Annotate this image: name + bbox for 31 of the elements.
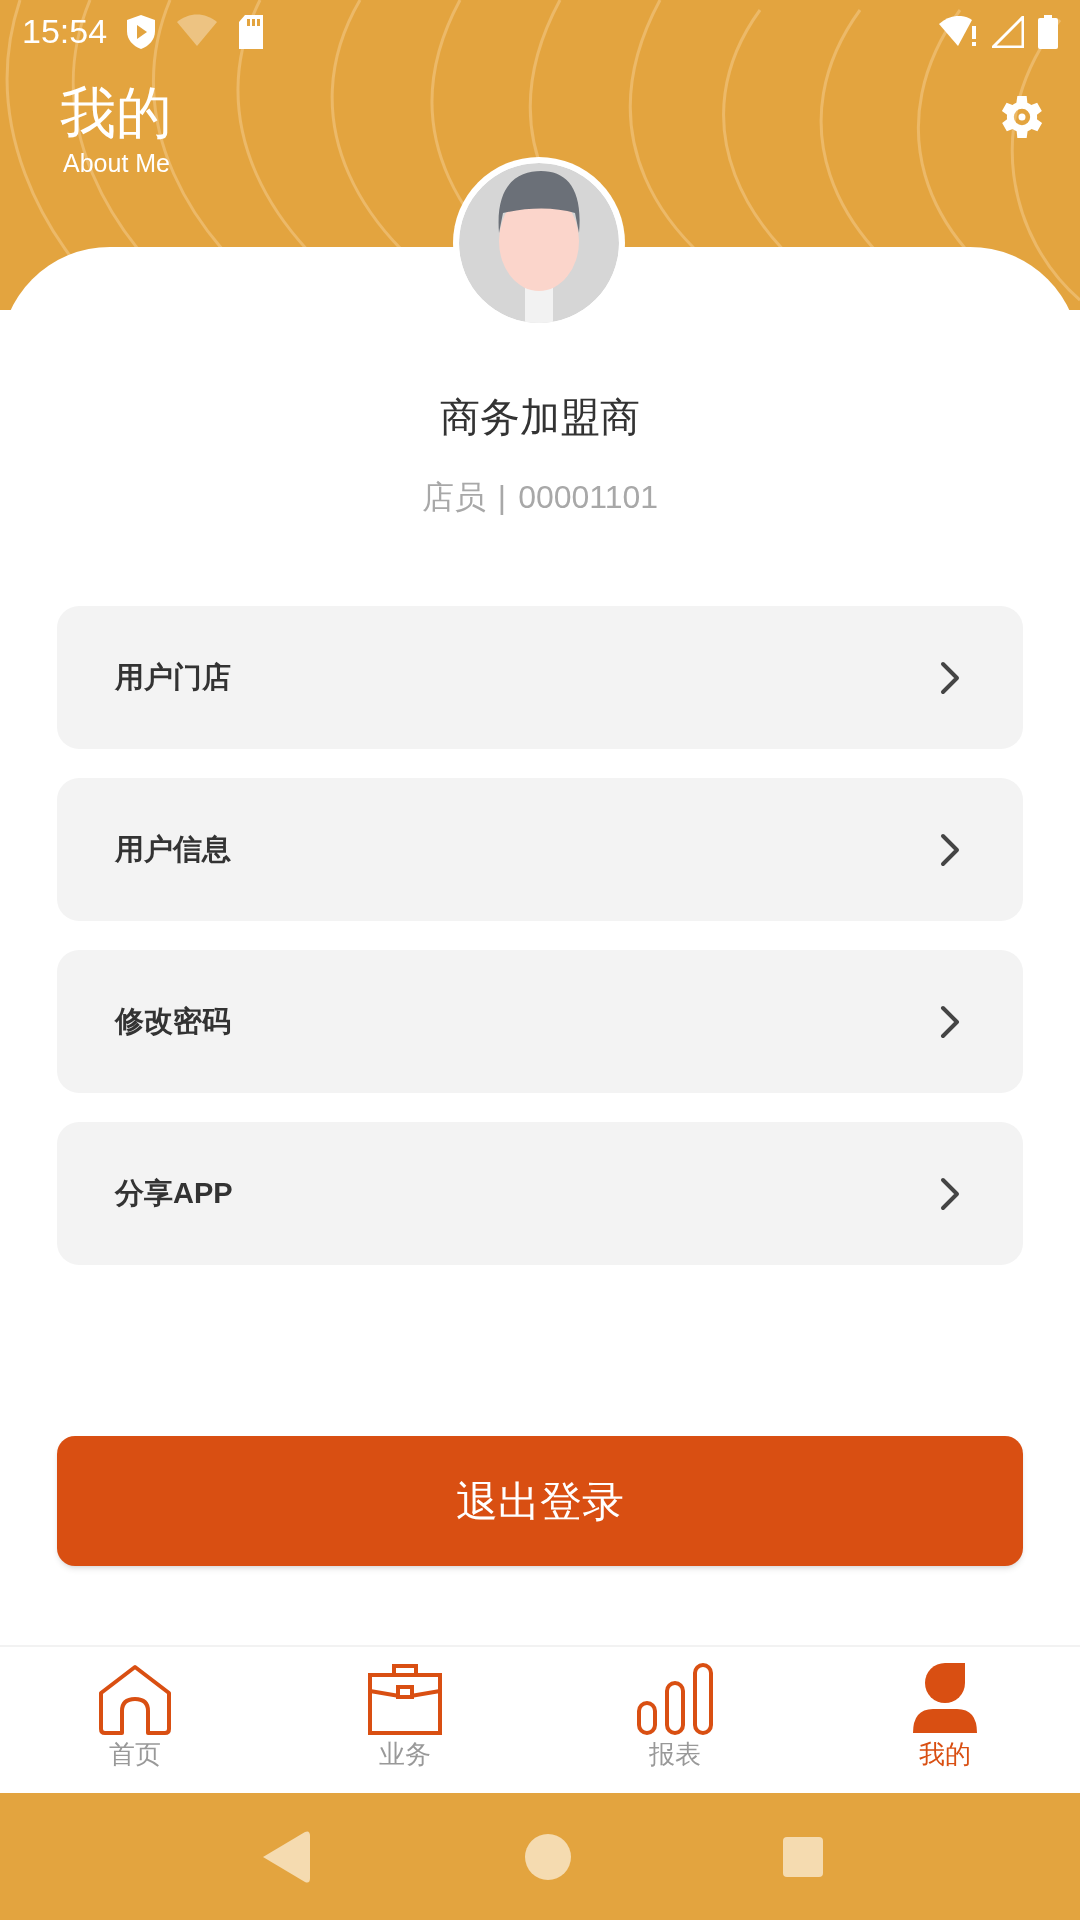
briefcase-icon xyxy=(368,1663,442,1735)
nav-tab[interactable]: 业务 xyxy=(270,1647,540,1793)
bar-chart-icon xyxy=(637,1663,713,1735)
home-icon[interactable] xyxy=(524,1832,572,1881)
chevron-right-icon xyxy=(939,1176,961,1211)
wifi-alert-icon xyxy=(938,15,978,48)
page-subtitle: About Me xyxy=(63,148,171,179)
menu-item[interactable]: 用户信息 xyxy=(57,778,1023,921)
separator: | xyxy=(497,478,507,517)
logout-button[interactable]: 退出登录 xyxy=(57,1436,1023,1566)
recents-icon[interactable] xyxy=(781,1834,826,1879)
shield-play-icon xyxy=(125,13,158,50)
nav-tab[interactable]: 我的 xyxy=(810,1647,1080,1793)
chevron-right-icon xyxy=(939,1004,961,1039)
chevron-right-icon xyxy=(939,832,961,867)
menu-item[interactable]: 用户门店 xyxy=(57,606,1023,749)
user-id: 00001101 xyxy=(518,478,659,517)
sd-card-icon xyxy=(237,13,266,50)
menu-item[interactable]: 分享APP xyxy=(57,1122,1023,1265)
status-time: 15:54 xyxy=(22,11,108,52)
chevron-right-icon xyxy=(939,660,961,695)
nav-tab[interactable]: 报表 xyxy=(540,1647,810,1793)
person-icon xyxy=(911,1663,979,1735)
user-role: 店员 xyxy=(421,478,486,517)
nav-tab[interactable]: 首页 xyxy=(0,1647,270,1793)
user-name: 商务加盟商 xyxy=(440,394,640,441)
signal-icon xyxy=(992,15,1024,48)
battery-icon xyxy=(1038,14,1058,49)
house-icon xyxy=(98,1663,172,1735)
page-title: 我的 xyxy=(60,83,172,143)
menu-item[interactable]: 修改密码 xyxy=(57,950,1023,1093)
